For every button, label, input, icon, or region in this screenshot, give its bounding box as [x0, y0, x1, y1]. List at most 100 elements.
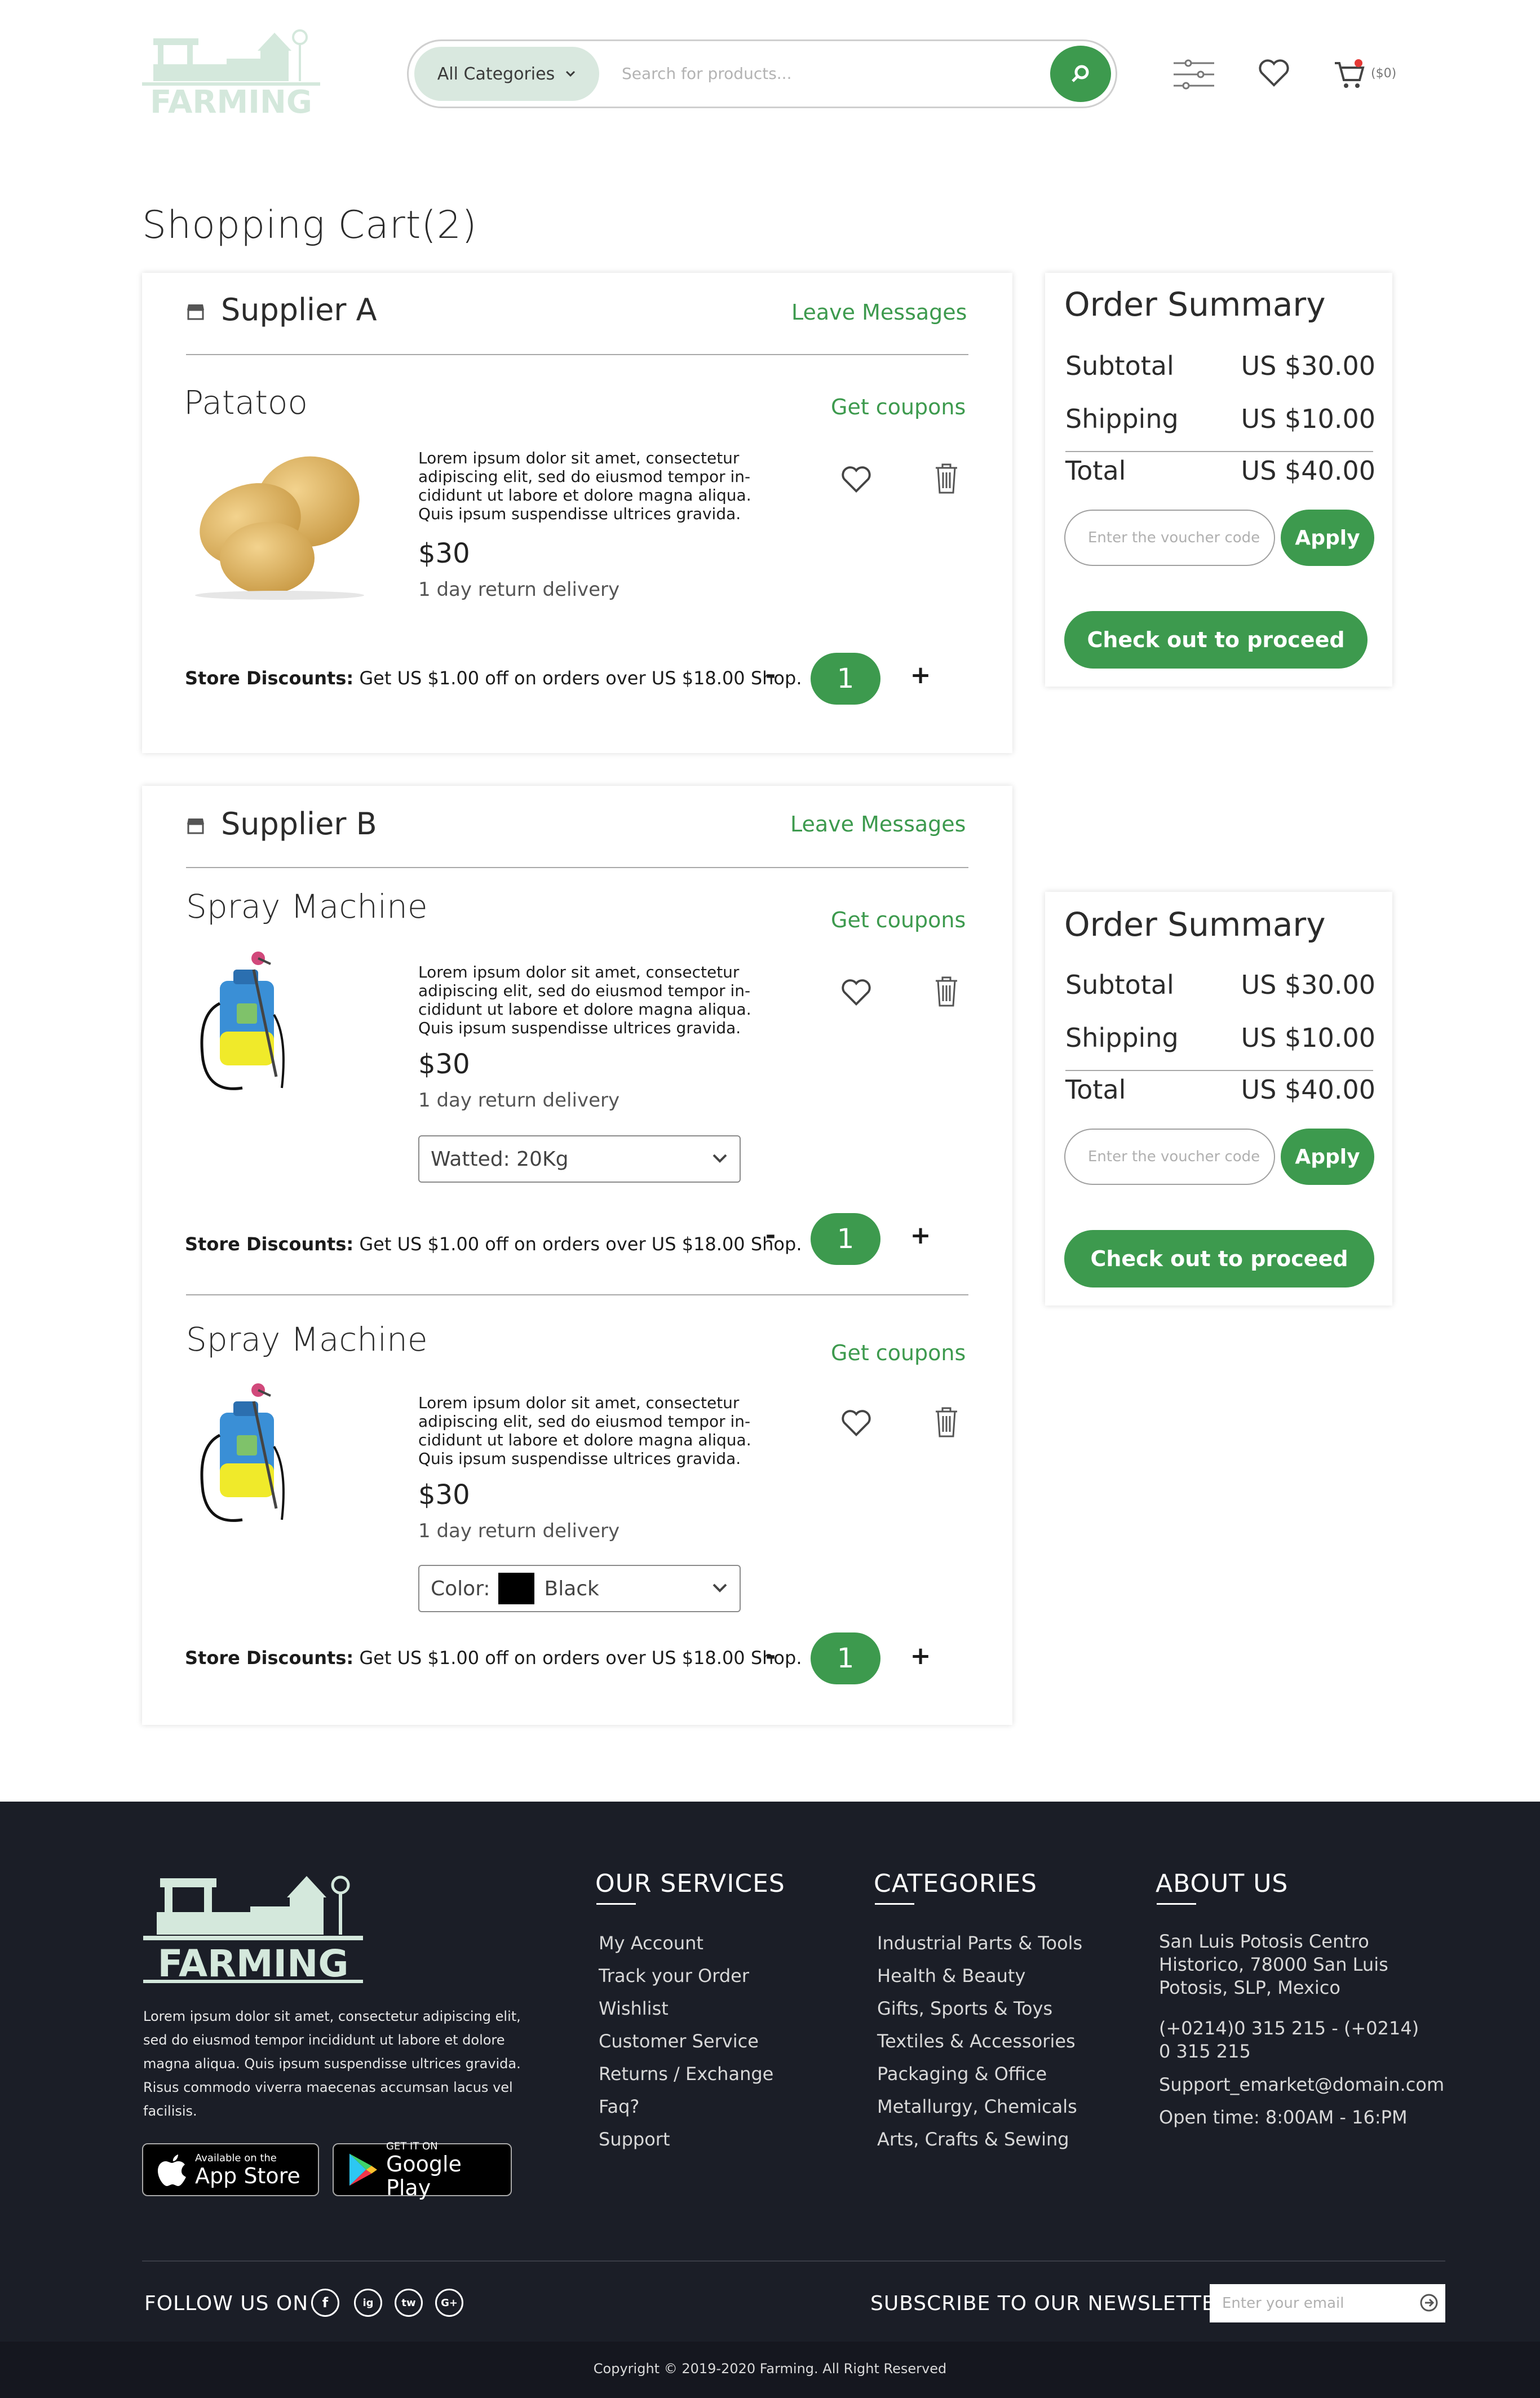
- app-store-button[interactable]: Available on the App Store: [142, 2143, 319, 2196]
- wishlist-button[interactable]: [1258, 59, 1290, 88]
- cart-icon: [1335, 59, 1365, 88]
- total-label: Total: [1065, 455, 1126, 486]
- filter-button[interactable]: [1172, 59, 1215, 90]
- footer-link[interactable]: Support: [599, 2129, 670, 2150]
- footer-divider: [142, 2260, 1445, 2262]
- get-coupons-link[interactable]: Get coupons: [831, 1340, 966, 1365]
- twitter-icon[interactable]: tw: [395, 2289, 423, 2317]
- category-dropdown[interactable]: All Categories: [414, 47, 599, 101]
- checkout-button[interactable]: Check out to proceed: [1064, 611, 1368, 669]
- color-select[interactable]: Color: Black: [418, 1565, 741, 1612]
- footer-link[interactable]: Customer Service: [599, 2030, 759, 2052]
- trash-icon[interactable]: [935, 1407, 958, 1437]
- qty-decrease-button[interactable]: -: [756, 1642, 785, 1670]
- supplier-name: Supplier A: [221, 292, 377, 328]
- qty-increase-button[interactable]: +: [906, 661, 935, 689]
- footer-link[interactable]: Industrial Parts & Tools: [877, 1932, 1082, 1954]
- store-discount-label: Store Discounts:: [185, 1233, 354, 1255]
- search-button[interactable]: [1050, 46, 1111, 102]
- chevron-down-icon: [713, 1154, 727, 1163]
- qty-increase-button[interactable]: +: [906, 1221, 935, 1250]
- store-discount: Store Discounts: Get US $1.00 off on ord…: [185, 1647, 802, 1669]
- heart-icon: [1259, 59, 1289, 87]
- app-store-small: Available on the: [195, 2152, 277, 2164]
- footer-link[interactable]: Track your Order: [599, 1965, 749, 1986]
- trash-icon[interactable]: [935, 976, 958, 1007]
- delivery-info: 1 day return delivery: [418, 578, 620, 601]
- potato-image[interactable]: [184, 448, 370, 600]
- instagram-icon[interactable]: ig: [354, 2289, 382, 2317]
- voucher-input[interactable]: [1064, 510, 1275, 566]
- get-coupons-link[interactable]: Get coupons: [831, 395, 966, 419]
- delivery-info: 1 day return delivery: [418, 1520, 620, 1542]
- about-heading: ABOUT US: [1156, 1869, 1289, 1898]
- leave-messages-link[interactable]: Leave Messages: [790, 812, 966, 837]
- heart-icon[interactable]: [841, 979, 871, 1007]
- search-input[interactable]: [622, 58, 1028, 89]
- app-store-big: App Store: [195, 2163, 300, 2188]
- qty-value[interactable]: 1: [811, 1213, 880, 1265]
- services-heading: OUR SERVICES: [595, 1869, 785, 1898]
- footer-link[interactable]: Arts, Crafts & Sewing: [877, 2129, 1069, 2150]
- footer-link[interactable]: Packaging & Office: [877, 2063, 1047, 2085]
- newsletter-email-input[interactable]: [1210, 2284, 1445, 2322]
- about-email[interactable]: Support_emarket@domain.com: [1159, 2073, 1475, 2096]
- footer-link[interactable]: Textiles & Accessories: [877, 2030, 1076, 2052]
- product-description: Lorem ipsum dolor sit amet, consectetur …: [418, 449, 751, 523]
- heart-icon[interactable]: [841, 466, 871, 494]
- product-description: Lorem ipsum dolor sit amet, consectetur …: [418, 963, 751, 1037]
- delivery-info: 1 day return delivery: [418, 1089, 620, 1112]
- shipping-value: US $10.00: [1241, 404, 1375, 434]
- apply-button[interactable]: Apply: [1281, 510, 1374, 566]
- footer-link[interactable]: Health & Beauty: [877, 1965, 1025, 1986]
- get-coupons-link[interactable]: Get coupons: [831, 908, 966, 932]
- logo-tractor-icon: FARMING: [143, 1875, 363, 1985]
- footer-link[interactable]: Returns / Exchange: [599, 2063, 773, 2085]
- voucher-input[interactable]: [1064, 1129, 1275, 1185]
- follow-label: FOLLOW US ON: [144, 2292, 309, 2315]
- footer-link[interactable]: Wishlist: [599, 1998, 669, 2019]
- leave-messages-link[interactable]: Leave Messages: [791, 300, 967, 325]
- footer-link[interactable]: Metallurgy, Chemicals: [877, 2096, 1077, 2117]
- heart-icon[interactable]: [841, 1409, 871, 1437]
- product-title: Spray Machine: [186, 1320, 428, 1359]
- subtotal-value: US $30.00: [1241, 351, 1375, 381]
- product-title: Spray Machine: [186, 887, 428, 926]
- google-play-button[interactable]: GET IT ON Google Play: [333, 2140, 512, 2200]
- footer-link[interactable]: My Account: [599, 1932, 703, 1954]
- variant-value: Watted: 20Kg: [431, 1147, 569, 1171]
- color-label: Color:: [431, 1577, 490, 1600]
- qty-decrease-button[interactable]: -: [756, 661, 785, 689]
- footer-link[interactable]: Gifts, Sports & Toys: [877, 1998, 1052, 2019]
- cart-button[interactable]: [1334, 59, 1365, 90]
- sprayer-image[interactable]: [186, 947, 293, 1105]
- google-play-icon: [349, 2153, 377, 2186]
- product-price: $30: [418, 1479, 470, 1511]
- qty-increase-button[interactable]: +: [906, 1642, 935, 1670]
- logo-tractor-icon: FARMING: [142, 29, 320, 117]
- product-description: Lorem ipsum dolor sit amet, consectetur …: [418, 1393, 751, 1468]
- logo-text: FARMING: [157, 1942, 348, 1985]
- footer-link[interactable]: Faq?: [599, 2096, 639, 2117]
- checkout-button[interactable]: Check out to proceed: [1064, 1230, 1374, 1288]
- total-value: US $40.00: [1241, 1074, 1375, 1105]
- qty-value[interactable]: 1: [811, 653, 880, 705]
- product-price: $30: [418, 538, 470, 569]
- chevron-down-icon: [713, 1583, 727, 1592]
- facebook-icon[interactable]: f: [311, 2289, 339, 2317]
- qty-decrease-button[interactable]: -: [756, 1221, 785, 1250]
- heading-underline: [875, 1903, 914, 1905]
- store-discount: Store Discounts: Get US $1.00 off on ord…: [185, 1233, 802, 1255]
- search-bar: All Categories: [407, 39, 1117, 108]
- divider: [186, 1294, 968, 1295]
- variant-select[interactable]: Watted: 20Kg: [418, 1135, 741, 1183]
- arrow-right-icon[interactable]: [1419, 2293, 1439, 2312]
- sprayer-image[interactable]: [186, 1379, 293, 1537]
- trash-icon[interactable]: [935, 463, 958, 494]
- google-plus-icon[interactable]: G+: [435, 2289, 463, 2317]
- qty-value[interactable]: 1: [811, 1632, 880, 1684]
- apply-button[interactable]: Apply: [1281, 1129, 1374, 1185]
- heading-underline: [1157, 1903, 1196, 1905]
- supplier-name: Supplier B: [221, 806, 377, 842]
- search-icon: [1072, 65, 1089, 82]
